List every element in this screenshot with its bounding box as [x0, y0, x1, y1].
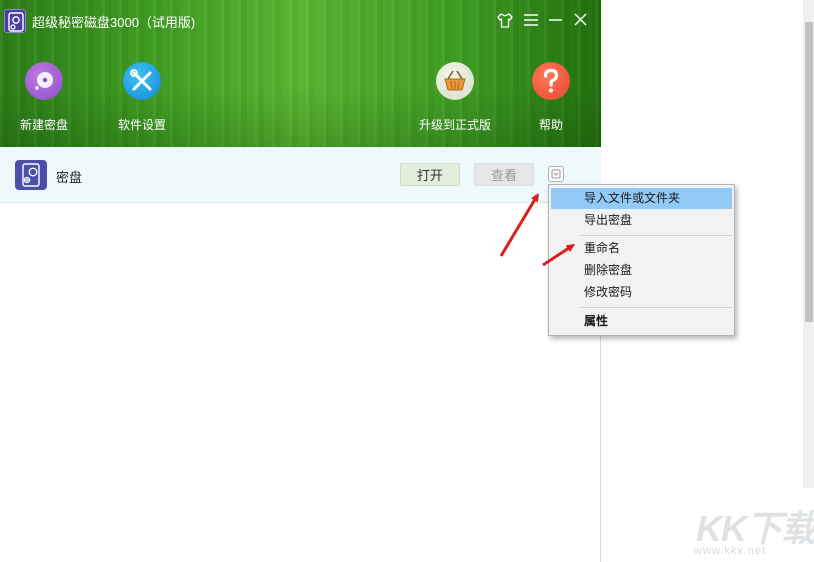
watermark-url: www.kkx.net — [694, 545, 767, 557]
help-label: 帮助 — [538, 118, 563, 132]
settings-tools-icon — [123, 62, 161, 100]
app-window: 超级秘密磁盘3000（试用版) 新建密盘 软件设置 升级到正式版 帮助 密盘 打… — [0, 0, 601, 562]
menu-item-properties[interactable]: 属性 — [551, 311, 732, 332]
settings-button[interactable]: 软件设置 — [92, 60, 192, 135]
close-icon[interactable] — [570, 8, 592, 32]
menu-item-delete[interactable]: 删除密盘 — [551, 260, 732, 281]
upgrade-label: 升级到正式版 — [418, 118, 491, 132]
more-options-icon[interactable] — [548, 166, 564, 182]
help-question-icon — [532, 62, 570, 100]
upgrade-button[interactable]: 升级到正式版 — [405, 60, 505, 135]
new-disk-icon — [25, 62, 63, 100]
help-button[interactable]: 帮助 — [501, 60, 601, 135]
disk-name: 密盘 — [56, 170, 83, 185]
basket-icon — [436, 62, 474, 100]
menu-separator — [579, 307, 732, 308]
context-menu: 导入文件或文件夹 导出密盘 重命名 删除密盘 修改密码 属性 — [548, 184, 735, 336]
menu-icon[interactable] — [520, 8, 542, 32]
menu-item-import[interactable]: 导入文件或文件夹 — [551, 188, 732, 209]
open-button[interactable]: 打开 — [400, 163, 460, 186]
disk-row[interactable]: 密盘 打开 查看 — [0, 147, 601, 203]
skin-shirt-icon[interactable] — [494, 8, 516, 32]
minimize-icon[interactable] — [545, 8, 567, 32]
scrollbar-thumb[interactable] — [805, 22, 813, 322]
settings-label: 软件设置 — [117, 118, 166, 132]
new-disk-label: 新建密盘 — [19, 118, 68, 132]
window-title: 超级秘密磁盘3000（试用版) — [32, 15, 196, 30]
menu-item-change-password[interactable]: 修改密码 — [551, 282, 732, 303]
menu-item-export[interactable]: 导出密盘 — [551, 210, 732, 231]
view-button[interactable]: 查看 — [474, 163, 534, 186]
menu-separator — [579, 235, 732, 236]
menu-item-rename[interactable]: 重命名 — [551, 238, 732, 259]
app-logo-icon — [4, 9, 26, 33]
header-banner: 超级秘密磁盘3000（试用版) 新建密盘 软件设置 升级到正式版 帮助 — [0, 0, 601, 147]
new-disk-button[interactable]: 新建密盘 — [0, 60, 94, 135]
disk-icon — [15, 160, 47, 190]
screen: 超级秘密磁盘3000（试用版) 新建密盘 软件设置 升级到正式版 帮助 密盘 打… — [0, 0, 814, 562]
